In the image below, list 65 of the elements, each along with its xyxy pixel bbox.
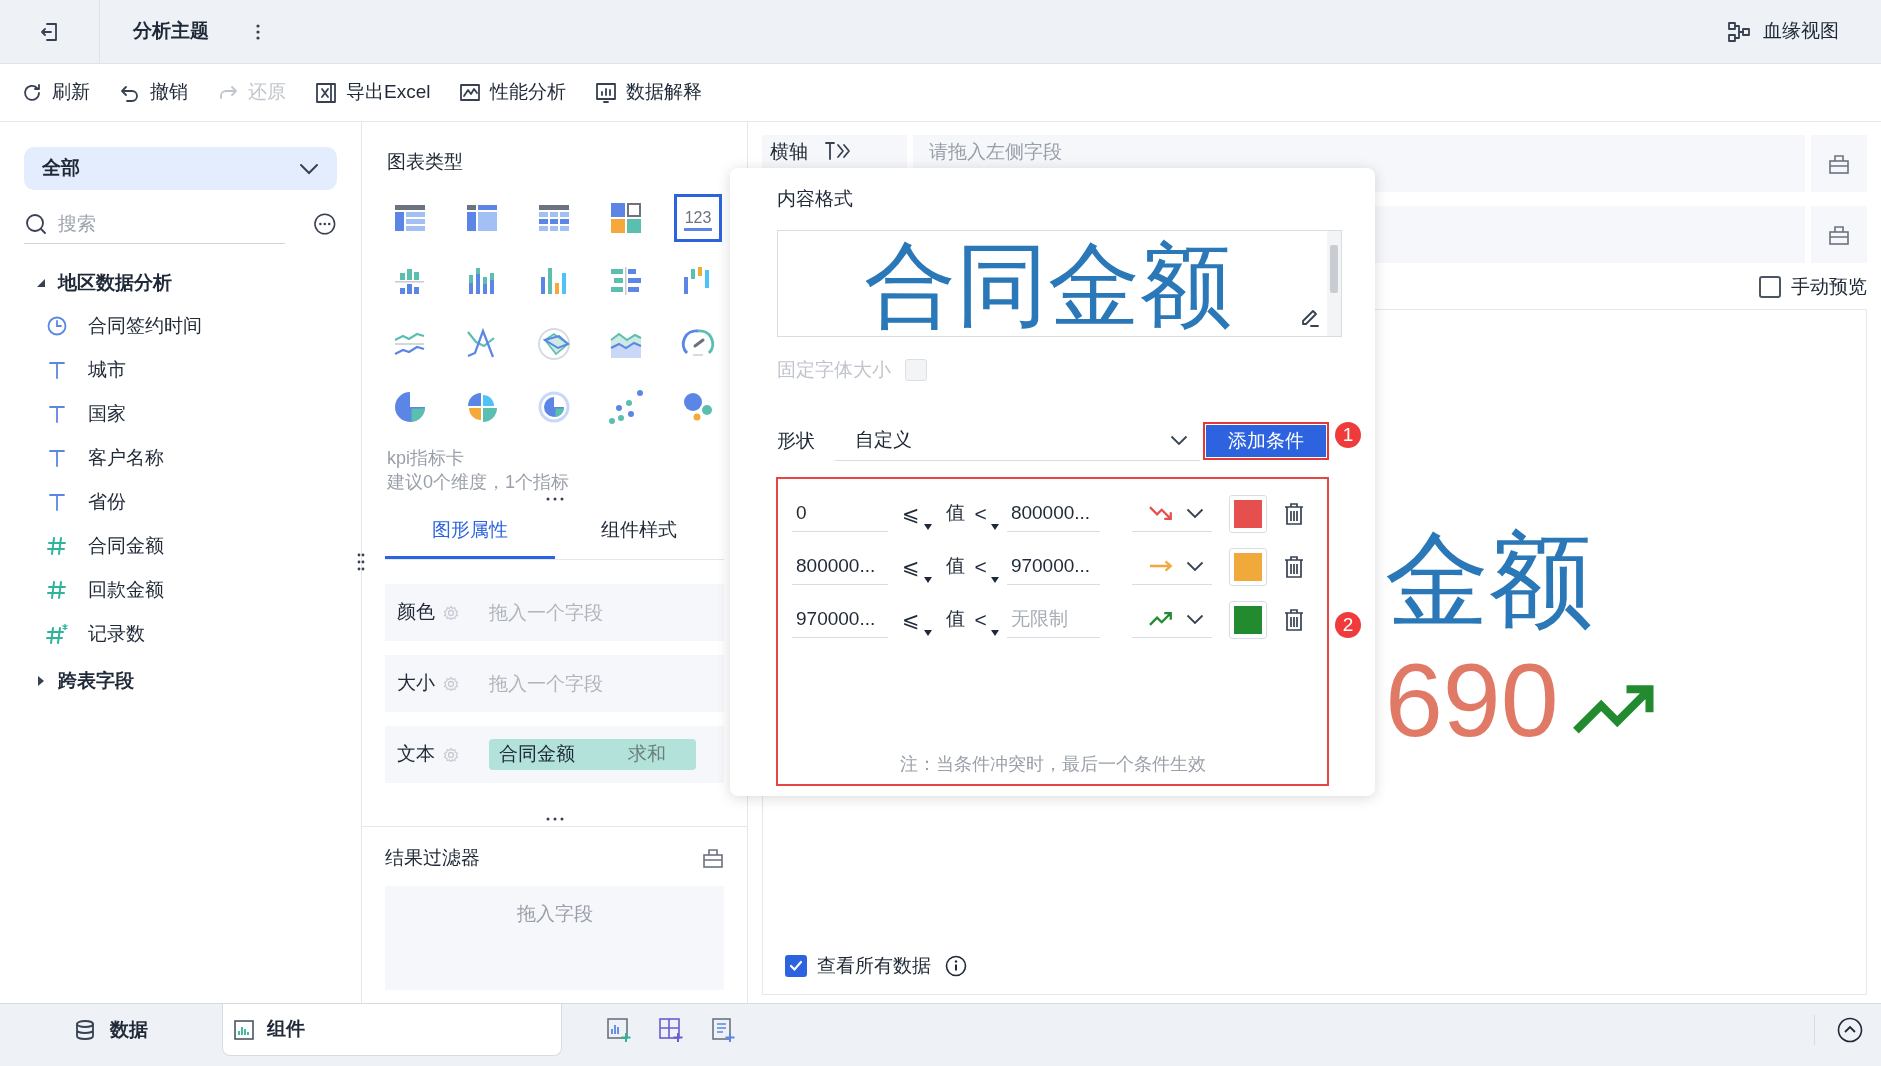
- bottom-tab[interactable]: 数据: [0, 1004, 222, 1056]
- operator-select[interactable]: ⩽: [902, 548, 932, 585]
- lower-bound-field[interactable]: 970000...: [792, 601, 888, 638]
- pill-field: 合同金额: [499, 740, 575, 769]
- popup-title: 内容格式: [777, 187, 853, 211]
- upper-bound-field[interactable]: 970000...: [1006, 548, 1100, 585]
- section-title: 图表类型: [386, 150, 464, 174]
- toolbar-button[interactable]: 撤销: [118, 78, 188, 107]
- value-label: 值: [945, 607, 965, 632]
- value-label: 值: [945, 501, 965, 526]
- operator-select[interactable]: <: [974, 601, 999, 638]
- callout-badge: 1: [1335, 422, 1361, 448]
- section-title: 结果过滤器: [385, 845, 480, 870]
- preview-value: 690: [1385, 641, 1559, 760]
- bottom-tab[interactable]: 组件: [222, 1004, 562, 1056]
- tree-group[interactable]: 跨表字段: [36, 660, 361, 702]
- operator-select[interactable]: <: [974, 548, 999, 585]
- drop-placeholder: 拖入字段: [516, 902, 593, 926]
- lineage-button[interactable]: 血缘视图: [1727, 17, 1839, 46]
- toolbar-button[interactable]: 导出Excel: [314, 78, 431, 107]
- field-pill[interactable]: 合同金额 求和: [489, 739, 696, 770]
- search-field[interactable]: 搜索: [58, 204, 278, 243]
- add-condition-button[interactable]: 添加条件: [1206, 425, 1326, 457]
- lower-bound-field[interactable]: 0: [792, 495, 888, 532]
- chart-type-button[interactable]: 123: [674, 193, 722, 242]
- operator-select[interactable]: ⩽: [902, 495, 932, 532]
- upper-bound-field[interactable]: 800000...: [1006, 495, 1100, 532]
- shape-select[interactable]: 自定义: [835, 421, 1200, 461]
- property-label: 大小: [397, 671, 436, 696]
- property-label: 文本: [397, 742, 436, 767]
- field-item[interactable]: 城市: [88, 355, 126, 385]
- field-item[interactable]: 回款金额: [88, 575, 164, 605]
- field-item[interactable]: 国家: [88, 399, 126, 429]
- callout-badge: 2: [1335, 612, 1361, 638]
- toolbar-button[interactable]: 刷新: [20, 78, 90, 107]
- toolbar-button[interactable]: 性能分析: [458, 78, 567, 107]
- preview-text: 合同金额: [863, 235, 1232, 335]
- checkbox-label: 固定字体大小: [777, 357, 891, 382]
- drop-placeholder: 请拖入左侧字段: [929, 141, 1062, 162]
- property-tab[interactable]: 组件样式: [554, 504, 724, 559]
- checkbox-label: 查看所有数据: [817, 953, 931, 978]
- checkbox-label: 手动预览: [1791, 274, 1867, 299]
- field-item[interactable]: 记录数: [88, 619, 145, 649]
- toolbar-button[interactable]: 数据解释: [594, 78, 703, 107]
- property-tab[interactable]: 图形属性: [385, 504, 555, 559]
- note-text: 注：当条件冲突时，最后一个条件生效: [899, 753, 1206, 776]
- preview-title: 金额: [1385, 521, 1593, 640]
- operator-select[interactable]: <: [974, 495, 999, 532]
- upper-bound-field[interactable]: 无限制: [1006, 601, 1100, 638]
- field-item[interactable]: 省份: [88, 487, 126, 517]
- pill-aggregation: 求和: [628, 742, 666, 767]
- lower-bound-field[interactable]: 800000...: [792, 548, 888, 585]
- tree-group[interactable]: 地区数据分析: [36, 262, 361, 304]
- field-item[interactable]: 客户名称: [88, 443, 164, 473]
- axis-label: 横轴: [770, 141, 808, 163]
- topic-title: 分析主题: [133, 19, 209, 44]
- operator-select[interactable]: ⩽: [902, 601, 932, 638]
- chart-type-hint: 建议0个维度，1个指标: [386, 471, 570, 494]
- filter-select[interactable]: 全部: [24, 147, 337, 190]
- field-item[interactable]: 合同签约时间: [88, 311, 202, 341]
- property-label: 颜色: [397, 600, 436, 625]
- field-label: 形状: [777, 428, 816, 453]
- value-label: 值: [945, 554, 965, 579]
- field-item[interactable]: 合同金额: [88, 531, 164, 561]
- chart-type-name: kpi指标卡: [386, 447, 464, 470]
